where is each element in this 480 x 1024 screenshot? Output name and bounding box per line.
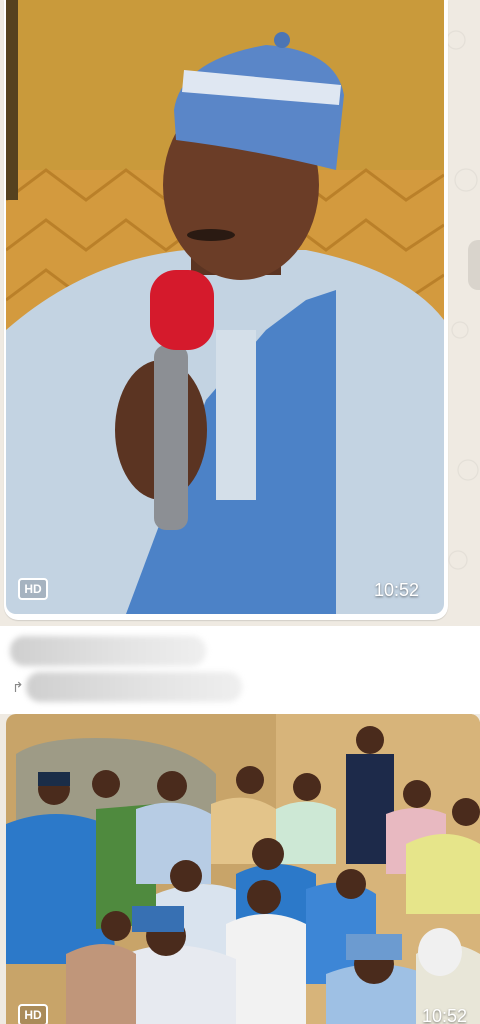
hd-badge: HD [18,578,48,600]
redacted-message-text [26,672,242,702]
hd-badge: HD [18,1004,48,1024]
redacted-sender-name [10,636,206,666]
forwarded-icon: ↱ [12,680,24,696]
message-time: 10:52 [374,580,420,600]
message-time: 10:52 [422,1006,468,1024]
scroll-handle[interactable] [468,240,480,290]
photo-group-meeting[interactable]: HD 10:52 [6,714,480,1024]
photo-man-speaking[interactable]: HD 10:52 [6,0,444,614]
